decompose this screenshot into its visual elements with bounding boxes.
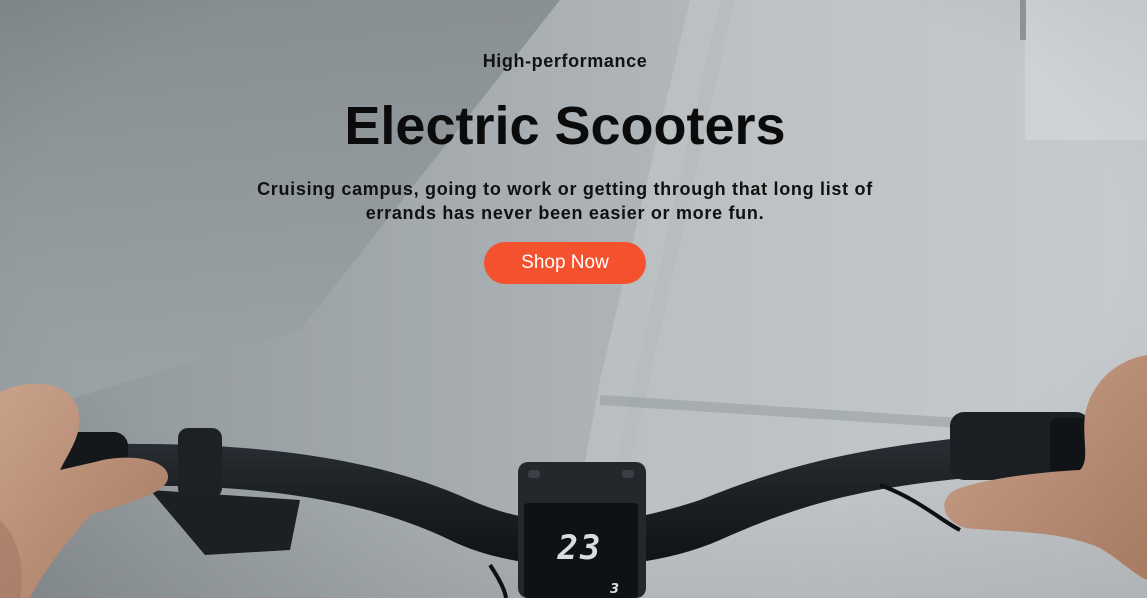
hero-section: 23 3 High-performance Electric Scooters …	[0, 0, 1147, 598]
hero-background-image	[0, 0, 1147, 598]
hero-subtitle: Cruising campus, going to work or gettin…	[257, 179, 873, 223]
hero-title: Electric Scooters	[344, 96, 786, 156]
shop-now-button[interactable]: Shop Now	[484, 242, 646, 284]
scooter-speed-readout: 23	[557, 528, 603, 568]
hero-eyebrow: High-performance	[482, 51, 648, 71]
scooter-gear-readout: 3	[610, 582, 620, 597]
